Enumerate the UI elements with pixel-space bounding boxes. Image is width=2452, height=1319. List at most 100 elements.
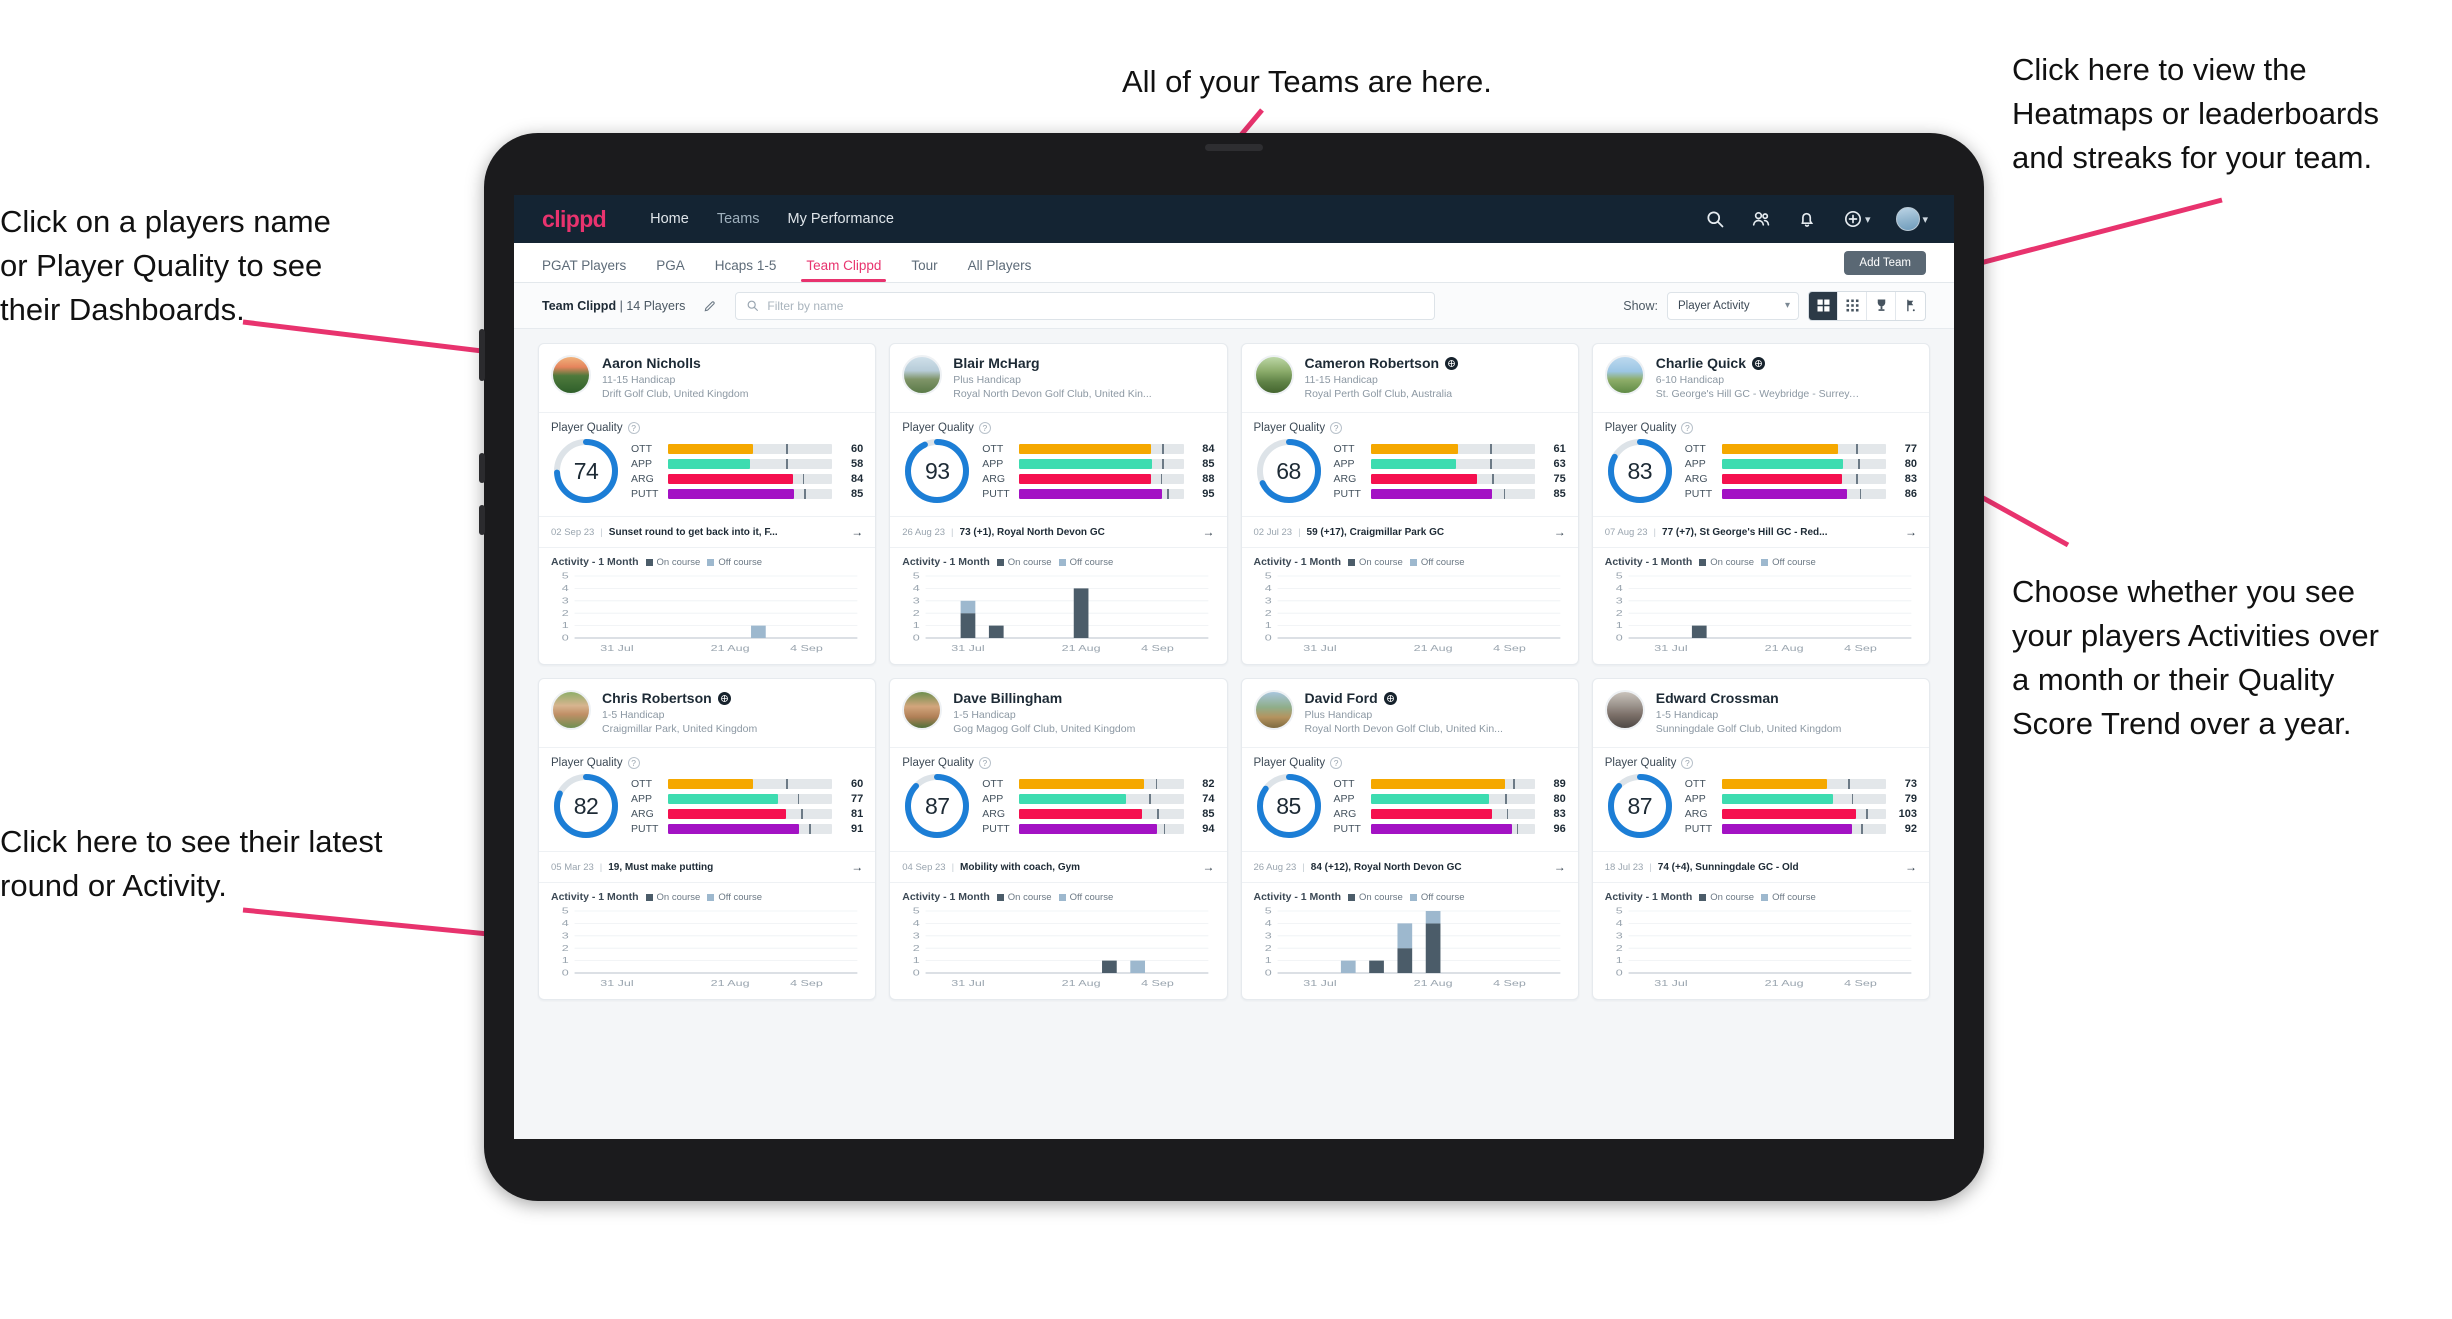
arrow-right-icon[interactable]: →: [851, 525, 863, 539]
add-team-button[interactable]: Add Team: [1844, 251, 1926, 275]
latest-round-row[interactable]: 18 Jul 23 | 74 (+4), Sunningdale GC - Ol…: [1592, 851, 1929, 882]
player-avatar[interactable]: [1604, 355, 1645, 395]
player-quality-label[interactable]: Player Quality: [902, 422, 974, 434]
player-name[interactable]: Blair McHarg: [953, 355, 1039, 371]
arrow-right-icon[interactable]: →: [851, 860, 863, 874]
latest-round-row[interactable]: 07 Aug 23 | 77 (+7), St George's Hill GC…: [1592, 516, 1929, 547]
player-card[interactable]: Edward Crossman 1-5 Handicap Sunningdale…: [1591, 678, 1930, 1000]
player-header[interactable]: Chris Robertson 1-5 Handicap Craigmillar…: [539, 679, 875, 747]
help-icon[interactable]: ?: [978, 757, 991, 769]
player-quality-label[interactable]: Player Quality: [1254, 757, 1326, 769]
player-name[interactable]: Aaron Nicholls: [602, 355, 701, 371]
plus-circle-icon[interactable]: [1843, 209, 1863, 229]
show-select[interactable]: Player Activity ▾: [1667, 291, 1799, 320]
latest-round-row[interactable]: 26 Aug 23 | 73 (+1), Royal North Devon G…: [890, 516, 1227, 547]
quality-score-ring[interactable]: 83: [1605, 436, 1675, 506]
player-club: Craigmillar Park, United Kingdom: [602, 723, 758, 735]
arrow-right-icon[interactable]: →: [1554, 525, 1566, 539]
grid-small-icon[interactable]: [1838, 291, 1867, 320]
player-quality-label[interactable]: Player Quality: [902, 757, 974, 769]
player-quality-label[interactable]: Player Quality: [1605, 757, 1677, 769]
quality-score-ring[interactable]: 93: [902, 436, 972, 506]
player-card[interactable]: Cameron Robertson 11-15 Handicap Royal P…: [1240, 343, 1579, 665]
player-header[interactable]: Aaron Nicholls 11-15 Handicap Drift Golf…: [539, 344, 875, 412]
trophy-icon[interactable]: [1867, 291, 1896, 320]
quality-score-ring[interactable]: 82: [551, 771, 621, 841]
user-menu[interactable]: ▾: [1896, 207, 1928, 231]
tab-tour[interactable]: Tour: [896, 258, 952, 282]
player-card[interactable]: Charlie Quick 6-10 Handicap St. George's…: [1591, 343, 1930, 665]
player-name[interactable]: Edward Crossman: [1656, 690, 1779, 706]
player-header[interactable]: Blair McHarg Plus Handicap Royal North D…: [890, 344, 1226, 412]
help-icon[interactable]: ?: [978, 422, 991, 434]
player-avatar[interactable]: [1253, 355, 1294, 395]
player-name[interactable]: Dave Billingham: [953, 690, 1062, 706]
quality-score-ring[interactable]: 85: [1254, 771, 1324, 841]
quality-score-ring[interactable]: 87: [902, 771, 972, 841]
help-icon[interactable]: ?: [1681, 757, 1694, 769]
search-box[interactable]: [735, 291, 1436, 320]
player-card[interactable]: Chris Robertson 1-5 Handicap Craigmillar…: [538, 678, 877, 1000]
player-header[interactable]: Charlie Quick 6-10 Handicap St. George's…: [1593, 344, 1929, 412]
pencil-icon[interactable]: [697, 293, 723, 319]
search-input[interactable]: [767, 298, 1425, 313]
avatar[interactable]: [1896, 207, 1921, 231]
player-header[interactable]: David Ford Plus Handicap Royal North Dev…: [1242, 679, 1578, 747]
player-avatar[interactable]: [551, 355, 591, 395]
player-quality-label[interactable]: Player Quality: [551, 422, 623, 434]
latest-round-row[interactable]: 02 Sep 23 | Sunset round to get back int…: [539, 516, 876, 547]
player-avatar[interactable]: [1253, 690, 1294, 730]
player-avatar[interactable]: [902, 355, 943, 395]
nav-item-my-performance[interactable]: My Performance: [774, 211, 908, 227]
player-header[interactable]: Dave Billingham 1-5 Handicap Gog Magog G…: [890, 679, 1226, 747]
add-menu[interactable]: ▾: [1843, 209, 1870, 229]
player-card[interactable]: Dave Billingham 1-5 Handicap Gog Magog G…: [889, 678, 1228, 1000]
help-icon[interactable]: ?: [1681, 422, 1694, 434]
people-icon[interactable]: [1751, 209, 1771, 229]
player-card[interactable]: Aaron Nicholls 11-15 Handicap Drift Golf…: [538, 343, 877, 665]
player-name[interactable]: David Ford: [1305, 690, 1378, 706]
nav-item-teams[interactable]: Teams: [703, 211, 774, 227]
quality-score-ring[interactable]: 68: [1254, 436, 1324, 506]
latest-round-row[interactable]: 05 Mar 23 | 19, Must make putting →: [539, 851, 876, 882]
player-name[interactable]: Chris Robertson: [602, 690, 712, 706]
player-card[interactable]: David Ford Plus Handicap Royal North Dev…: [1240, 678, 1579, 1000]
grid-large-icon[interactable]: [1809, 291, 1838, 320]
player-avatar[interactable]: [1604, 690, 1645, 730]
quality-score-ring[interactable]: 74: [551, 436, 621, 506]
latest-round-row[interactable]: 26 Aug 23 | 84 (+12), Royal North Devon …: [1241, 851, 1578, 882]
player-card[interactable]: Blair McHarg Plus Handicap Royal North D…: [889, 343, 1228, 665]
clippd-logo[interactable]: clippd: [542, 206, 607, 233]
arrow-right-icon[interactable]: →: [1905, 525, 1917, 539]
help-icon[interactable]: ?: [1330, 757, 1343, 769]
player-header[interactable]: Edward Crossman 1-5 Handicap Sunningdale…: [1593, 679, 1929, 747]
tab-all-players[interactable]: All Players: [953, 258, 1047, 282]
player-quality-label[interactable]: Player Quality: [1605, 422, 1677, 434]
arrow-right-icon[interactable]: →: [1203, 525, 1215, 539]
arrow-right-icon[interactable]: →: [1203, 860, 1215, 874]
tab-team-clippd[interactable]: Team Clippd: [791, 258, 896, 282]
tab-hcaps-1-5[interactable]: Hcaps 1-5: [700, 258, 792, 282]
help-icon[interactable]: ?: [1330, 422, 1343, 434]
arrow-right-icon[interactable]: →: [1554, 860, 1566, 874]
player-quality-label[interactable]: Player Quality: [551, 757, 623, 769]
help-icon[interactable]: ?: [627, 757, 640, 769]
search-icon[interactable]: [1705, 209, 1725, 229]
player-name[interactable]: Cameron Robertson: [1305, 355, 1440, 371]
arrow-right-icon[interactable]: →: [1905, 860, 1917, 874]
help-icon[interactable]: ?: [627, 422, 640, 434]
player-name[interactable]: Charlie Quick: [1656, 355, 1746, 371]
latest-round-row[interactable]: 04 Sep 23 | Mobility with coach, Gym →: [890, 851, 1227, 882]
player-quality-label[interactable]: Player Quality: [1254, 422, 1326, 434]
latest-round-row[interactable]: 02 Jul 23 | 59 (+17), Craigmillar Park G…: [1241, 516, 1578, 547]
metric-bar: [1370, 473, 1535, 484]
flag-icon[interactable]: [1896, 292, 1925, 320]
nav-item-home[interactable]: Home: [636, 211, 703, 227]
player-header[interactable]: Cameron Robertson 11-15 Handicap Royal P…: [1242, 344, 1578, 412]
tab-pgat-players[interactable]: PGAT Players: [542, 258, 641, 282]
tab-pga[interactable]: PGA: [641, 258, 700, 282]
quality-score-ring[interactable]: 87: [1605, 771, 1675, 841]
player-avatar[interactable]: [902, 690, 943, 730]
bell-icon[interactable]: [1797, 209, 1817, 229]
player-avatar[interactable]: [551, 690, 591, 730]
